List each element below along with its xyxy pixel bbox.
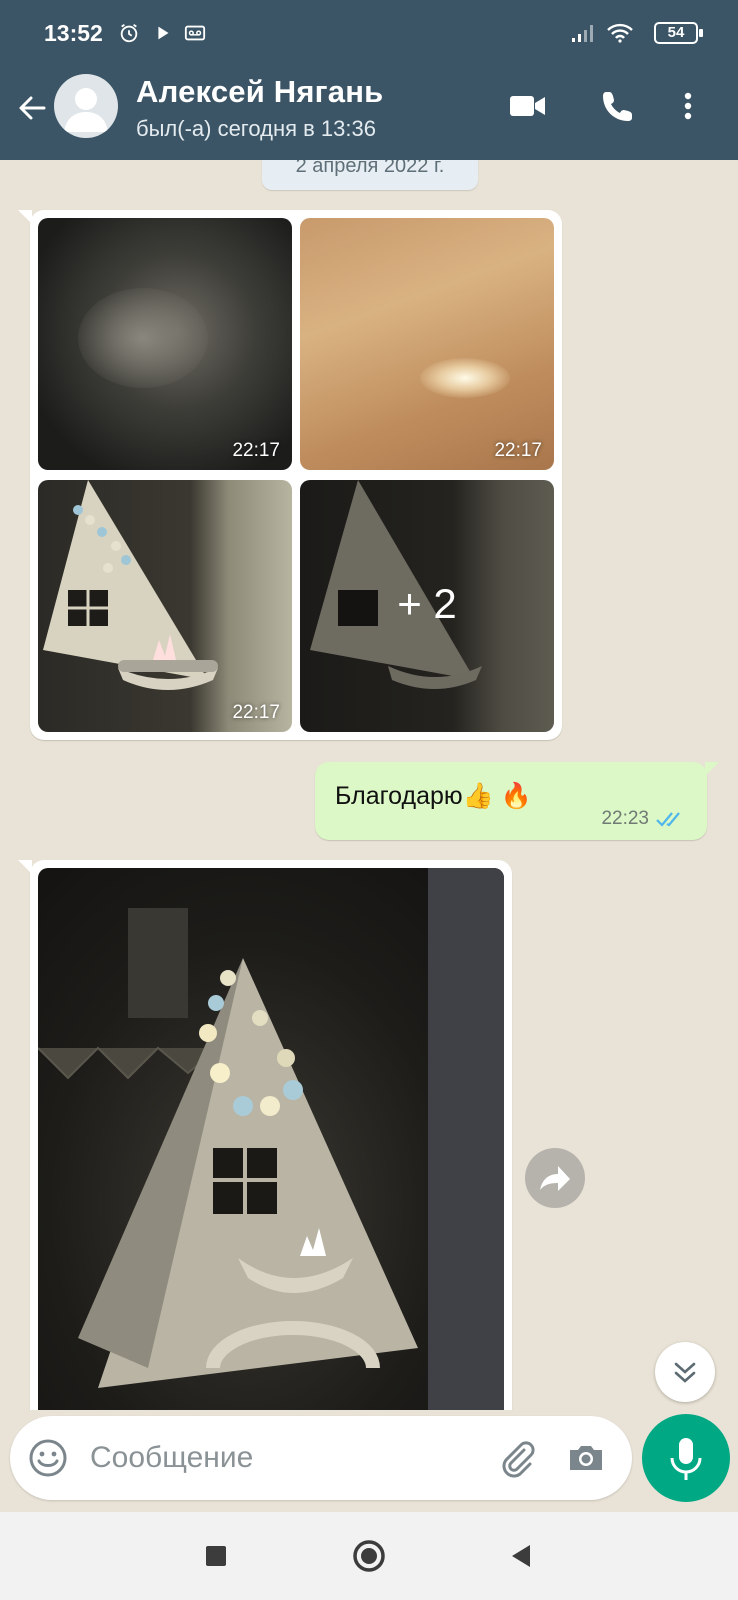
voicemail-icon (184, 25, 206, 41)
emoji-icon[interactable] (26, 1436, 70, 1480)
mic-button[interactable] (642, 1414, 730, 1502)
chat-header: Алексей Нягань был(-а) сегодня в 13:36 (0, 70, 738, 160)
avatar[interactable] (54, 74, 118, 138)
album-photo-1[interactable]: 22:17 (38, 218, 292, 470)
incoming-photo-message[interactable] (18, 860, 512, 1410)
back-arrow-icon[interactable] (12, 88, 52, 128)
photo-time: 22:17 (232, 702, 280, 723)
bubble-tail (18, 860, 32, 874)
chat-area[interactable]: 2 апреля 2022 г. 22:17 22:17 22:17 + 2 Б… (0, 160, 738, 1410)
album-photo-4-more[interactable]: + 2 (300, 480, 554, 732)
tent-illustration (43, 480, 218, 690)
photo-blur-highlight (78, 288, 208, 388)
scroll-down-button[interactable] (655, 1342, 715, 1402)
more-photos-count: + 2 (397, 580, 457, 627)
status-time: 13:52 (44, 20, 103, 46)
incoming-photo[interactable] (38, 868, 504, 1410)
recents-square-icon[interactable] (194, 1534, 238, 1578)
message-time: 22:23 (601, 808, 649, 829)
alarm-icon (120, 23, 138, 43)
more-vert-icon[interactable] (674, 84, 702, 128)
double-check-read-icon (656, 812, 680, 827)
attach-icon[interactable] (494, 1436, 538, 1480)
light-glare (420, 358, 510, 398)
status-bar: 13:52 54 (0, 0, 738, 70)
album-photo-3[interactable]: 22:17 (38, 480, 292, 732)
message-input[interactable] (90, 1438, 450, 1478)
play-icon (158, 26, 169, 40)
back-triangle-icon[interactable] (500, 1534, 544, 1578)
contact-name[interactable]: Алексей Нягань (136, 74, 383, 110)
camera-icon[interactable] (564, 1436, 608, 1480)
tent-with-lights-illustration (38, 868, 504, 1410)
date-chip: 2 апреля 2022 г. (262, 160, 478, 190)
home-circle-icon[interactable] (347, 1534, 391, 1578)
photo-time: 22:17 (494, 440, 542, 461)
album-photo-2[interactable]: 22:17 (300, 218, 554, 470)
contact-status: был(-а) сегодня в 13:36 (136, 116, 376, 141)
signal-icon (572, 25, 593, 42)
double-chevron-down-icon (674, 1362, 696, 1383)
system-nav-bar (0, 1512, 738, 1600)
video-call-icon[interactable] (506, 84, 550, 128)
bubble-tail (705, 762, 719, 776)
album-message[interactable]: 22:17 22:17 22:17 + 2 (18, 210, 562, 740)
bubble-tail (18, 210, 32, 224)
message-input-bar (10, 1416, 632, 1500)
forward-icon[interactable] (525, 1148, 585, 1208)
outgoing-message[interactable]: Благодарю👍 🔥 22:23 (315, 762, 719, 840)
avatar-placeholder-icon (64, 88, 108, 132)
mic-icon (670, 1438, 702, 1480)
message-text: Благодарю👍 🔥 (335, 782, 532, 810)
phone-icon[interactable] (596, 84, 640, 128)
battery-level: 54 (667, 24, 685, 41)
photo-time: 22:17 (232, 440, 280, 461)
wifi-icon (607, 23, 633, 43)
battery-icon: 54 (654, 22, 703, 44)
